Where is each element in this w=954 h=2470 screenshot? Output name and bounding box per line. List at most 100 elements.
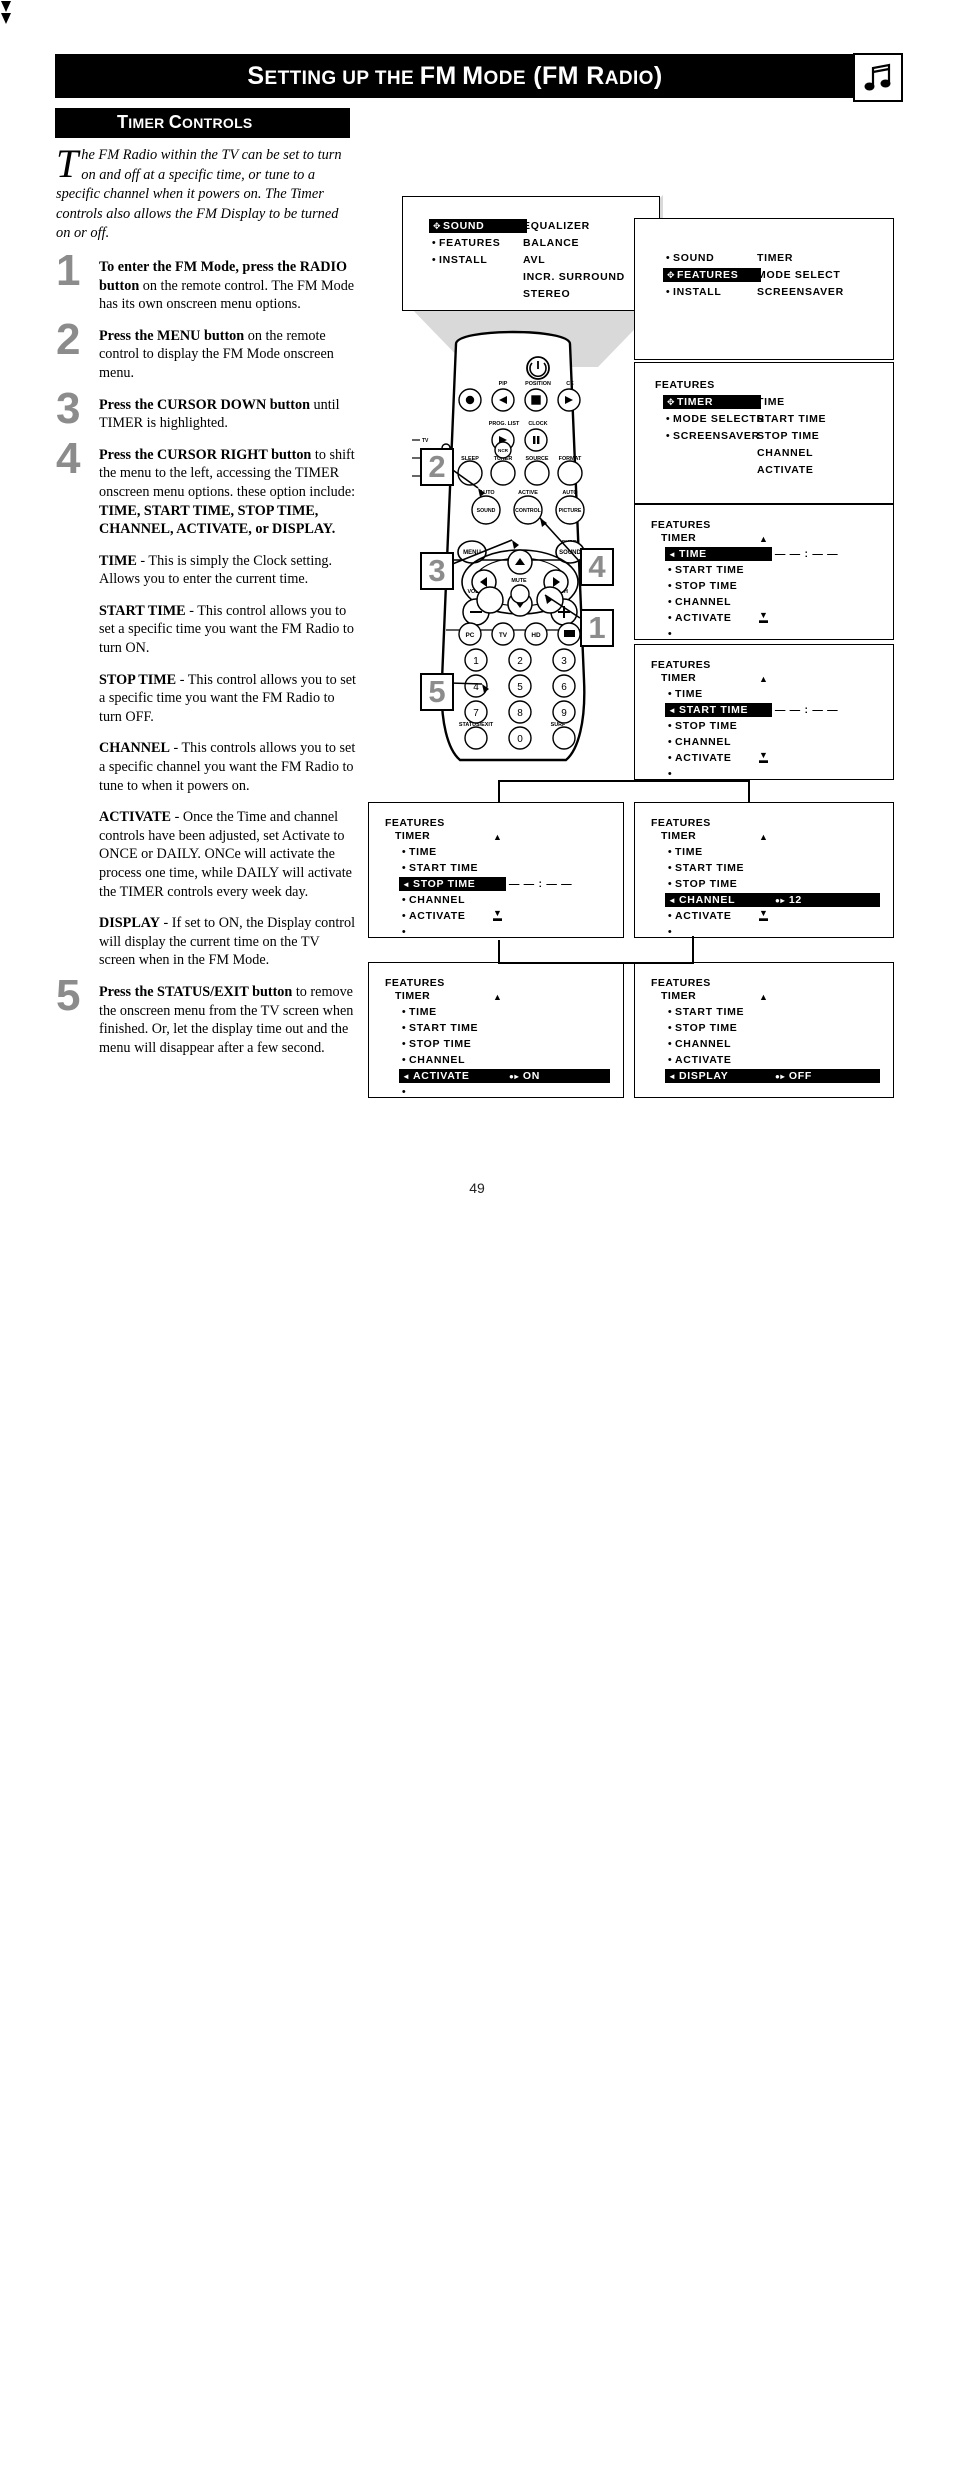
svg-text:PC: PC xyxy=(466,632,475,639)
svg-text:ACTIVE: ACTIVE xyxy=(518,490,538,496)
svg-text:6: 6 xyxy=(561,682,567,693)
step-number: 2 xyxy=(56,314,81,364)
definition-start-time: START TIME - This control allows you to … xyxy=(99,602,354,657)
step-number: 3 xyxy=(56,383,81,433)
osd-row: • STOP TIME xyxy=(667,1022,738,1034)
step-4: 4 Press the CURSOR RIGHT button to shift … xyxy=(56,436,356,539)
osd-value: ●▸ — — : — — xyxy=(761,704,839,716)
svg-text:PICTURE: PICTURE xyxy=(559,508,582,514)
step-5: 5 Press the STATUS/EXIT button to remove … xyxy=(56,973,356,1057)
osd-row: • CHANNEL xyxy=(401,894,466,906)
svg-text:MENU: MENU xyxy=(463,550,481,556)
callout-status-exit: 5 xyxy=(420,673,454,711)
osd-content: • SOUND ✥ FEATURES • INSTALL TIMER MODE SELECT S… xyxy=(635,219,893,359)
osd-value: ●▸ — — : — — xyxy=(495,878,573,890)
svg-text:5: 5 xyxy=(517,682,523,693)
osd-subheading: TIMER xyxy=(395,990,431,1002)
svg-text:CLOCK: CLOCK xyxy=(528,421,547,427)
osd-heading: FEATURES xyxy=(385,817,445,829)
scroll-up-arrow: ▲ xyxy=(759,534,769,544)
osd-row: • TIME xyxy=(667,688,703,700)
step-2: 2 Press the MENU button on the remote con… xyxy=(56,317,356,383)
osd-row: • STOP TIME xyxy=(667,580,738,592)
definition-time: TIME - This is simply the Clock setting.… xyxy=(99,552,333,588)
callout-radio: 1 xyxy=(580,609,614,647)
svg-text:8: 8 xyxy=(517,708,523,719)
osd-row: • ACTIVATE xyxy=(667,910,732,922)
osd-screen-sound-menu: ✥ SOUND • FEATURES • INSTALL EQUALIZER BALANCE A… xyxy=(402,196,660,311)
osd-screen-timer-start-time: FEATURES TIMER ▲ ▼ ▬ • TIME ◄ START TIME ●▸ — — :… xyxy=(634,644,894,780)
osd-row-highlighted: ✥ FEATURES xyxy=(663,268,761,282)
definition-display: DISPLAY - If set to ON, the Display cont… xyxy=(99,915,356,969)
osd-content: FEATURESTIMER▲▼▬•START TIME•STOP TIME•CH… xyxy=(635,963,893,1097)
osd-value: ●▸ 12 xyxy=(775,894,802,906)
arrow-head-2 xyxy=(0,12,12,24)
definition-channel: CHANNEL - This controls allows you to se… xyxy=(99,740,356,794)
scroll-up-arrow: ▲ xyxy=(493,832,503,842)
osd-submenu-item: INCR. SURROUND xyxy=(523,271,625,283)
svg-text:CONTROL: CONTROL xyxy=(515,508,541,514)
callout-cursor-down: 3 xyxy=(420,552,454,590)
osd-row: • CHANNEL xyxy=(667,736,732,748)
osd-value: ●▸ ON xyxy=(509,1070,541,1082)
svg-text:TV: TV xyxy=(499,632,508,639)
osd-screen-timer-activate: FEATURESTIMER▲▼▬•TIME•START TIME•STOP TI… xyxy=(368,962,624,1098)
osd-screen-timer-display: FEATURESTIMER▲▼▬•START TIME•STOP TIME•CH… xyxy=(634,962,894,1098)
svg-text:SOUND: SOUND xyxy=(477,508,496,514)
osd-heading: FEATURES xyxy=(651,519,711,531)
osd-submenu-item: CHANNEL xyxy=(757,447,814,459)
connector-channel-to-activate xyxy=(692,936,694,962)
manual-page: SETTING UP THE FM MODE (FM RADIO) TIMER … xyxy=(0,0,954,1235)
step-text: Press the CURSOR RIGHT button to shift t… xyxy=(99,446,356,538)
step-text: Press the CURSOR DOWN button until TIMER… xyxy=(99,396,340,432)
definition-stop-time: STOP TIME - This control allows you to s… xyxy=(99,671,356,725)
section-header-bar: TIMER CONTROLS xyxy=(55,108,350,138)
scroll-down-arrow: ▼▬ xyxy=(493,908,503,923)
svg-text:HD: HD xyxy=(531,632,541,639)
osd-row: • CHANNEL xyxy=(401,1054,466,1066)
scroll-up-arrow: ▲ xyxy=(759,674,769,684)
svg-text:POSITION: POSITION xyxy=(525,381,551,387)
osd-row: • ACTIVATE xyxy=(667,1054,732,1066)
osd-content: ✥ SOUND • FEATURES • INSTALL EQUALIZER BALANCE A… xyxy=(403,197,659,310)
drop-cap: T xyxy=(56,141,79,186)
osd-row-highlighted: ✥ TIMER xyxy=(663,395,761,409)
svg-text:TV: TV xyxy=(422,438,429,444)
osd-heading: FEATURES xyxy=(655,379,715,391)
svg-text:SOUND: SOUND xyxy=(559,550,581,556)
osd-screen-timer-channel: FEATURES TIMER ▲ ▼ ▬ • TIME • START TIME • STOP TI… xyxy=(634,802,894,938)
osd-submenu-item: MODE SELECT xyxy=(757,269,841,281)
osd-row: • xyxy=(667,628,673,640)
osd-row: • xyxy=(401,926,407,938)
osd-row: • TIME xyxy=(401,846,437,858)
osd-submenu-item: TIMER xyxy=(757,252,794,264)
svg-text:CE: CE xyxy=(566,381,574,387)
osd-screen-timer-menu: FEATURES ✥ TIMER • MODE SELECTR • SCREENSAVER T… xyxy=(634,362,894,504)
osd-row: • ACTIVATE xyxy=(667,752,732,764)
osd-subheading: TIMER xyxy=(395,830,431,842)
definition-activate: ACTIVATE - Once the Time and channel con… xyxy=(99,809,352,900)
osd-content: FEATURESTIMER▲▼▬•TIME•START TIME•STOP TI… xyxy=(369,963,623,1097)
osd-row: • SOUND xyxy=(665,252,715,264)
callout-number: 1 xyxy=(588,610,606,645)
step-number: 4 xyxy=(56,433,81,483)
svg-text:AUTO: AUTO xyxy=(479,490,494,496)
osd-row: • START TIME xyxy=(401,862,479,874)
osd-screen-timer-time: FEATURES TIMER ▲ ▼ ▬ ◄ TIME ●▸ — — : — — • START … xyxy=(634,504,894,640)
osd-row: • CHANNEL xyxy=(667,1038,732,1050)
osd-row: • TIME xyxy=(667,846,703,858)
osd-heading: FEATURES xyxy=(651,659,711,671)
intro-paragraph: The FM Radio within the TV can be set to… xyxy=(56,141,356,244)
osd-row: • STOP TIME xyxy=(401,1038,472,1050)
svg-text:4: 4 xyxy=(473,682,479,693)
osd-heading: FEATURES xyxy=(651,977,711,989)
osd-row-highlighted: ◄ START TIME xyxy=(665,703,772,717)
osd-submenu-item: ACTIVATE xyxy=(757,464,814,476)
osd-row: • START TIME xyxy=(401,1022,479,1034)
osd-content: FEATURES TIMER ▲ ▼ ▬ • TIME ◄ START TIME ●▸ — — :… xyxy=(635,645,893,779)
callout-menu: 2 xyxy=(420,448,454,486)
svg-text:0: 0 xyxy=(517,734,523,745)
step-text: To enter the FM Mode, press the RADIO bu… xyxy=(99,258,355,313)
osd-subheading: TIMER xyxy=(661,532,697,544)
osd-row-highlighted: ◄ TIME xyxy=(665,547,772,561)
